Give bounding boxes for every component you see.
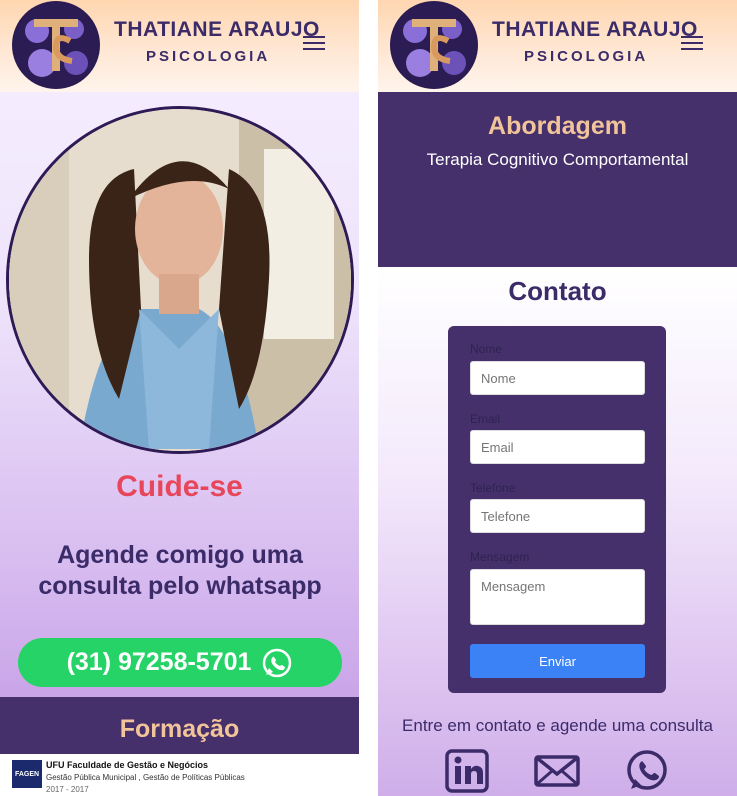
institution-logo: FAGEN bbox=[12, 760, 42, 788]
logo[interactable] bbox=[12, 1, 100, 89]
whatsapp-button[interactable]: (31) 97258-5701 bbox=[18, 638, 342, 687]
phone-label: Telefone bbox=[470, 481, 516, 495]
logo[interactable] bbox=[390, 1, 478, 89]
whatsapp-icon[interactable] bbox=[624, 748, 670, 794]
hero-title: Cuide-se bbox=[116, 470, 243, 503]
whatsapp-icon bbox=[263, 648, 292, 677]
hero-subtitle: Agende comigo uma consulta pelo whatsapp bbox=[38, 541, 322, 600]
formacao-section: Formação bbox=[0, 697, 359, 754]
email-label: Email bbox=[470, 412, 501, 426]
contato-section: Contato Nome Email Telefone Mensagem Env… bbox=[378, 267, 737, 796]
contact-cta: Entre em contato e agende uma consulta bbox=[402, 716, 713, 735]
site-header: THATIANE ARAUJO PSICOLOGIA bbox=[378, 0, 737, 92]
brand-subtitle: PSICOLOGIA bbox=[524, 48, 649, 65]
contato-title: Contato bbox=[508, 276, 607, 306]
mail-icon[interactable] bbox=[534, 748, 580, 794]
course-name: Gestão Pública Municipal , Gestão de Pol… bbox=[46, 773, 245, 782]
phone-field[interactable] bbox=[470, 499, 645, 533]
name-label: Nome bbox=[470, 342, 503, 356]
menu-icon[interactable] bbox=[681, 36, 703, 52]
menu-icon[interactable] bbox=[303, 36, 325, 52]
email-field[interactable] bbox=[470, 430, 645, 464]
contact-screen: THATIANE ARAUJO PSICOLOGIA Abordagem Ter… bbox=[378, 0, 737, 796]
send-button[interactable]: Enviar bbox=[470, 644, 645, 678]
site-header: THATIANE ARAUJO PSICOLOGIA bbox=[0, 0, 359, 92]
name-field[interactable] bbox=[470, 361, 645, 395]
education-item: FAGEN UFU Faculdade de Gestão e Negócios… bbox=[0, 754, 359, 796]
linkedin-icon[interactable] bbox=[444, 748, 490, 794]
brand-name: THATIANE ARAUJO bbox=[492, 18, 698, 41]
contact-form: Nome Email Telefone Mensagem Enviar bbox=[448, 326, 666, 693]
brand-subtitle: PSICOLOGIA bbox=[146, 48, 271, 65]
abordagem-title: Abordagem bbox=[488, 112, 627, 140]
whatsapp-phone: (31) 97258-5701 bbox=[66, 648, 252, 676]
abordagem-section: Abordagem Terapia Cognitivo Comportament… bbox=[378, 92, 737, 267]
brand-name: THATIANE ARAUJO bbox=[114, 18, 320, 41]
profile-photo bbox=[6, 106, 354, 454]
home-screen: THATIANE ARAUJO PSICOLOGIA Cuide-se Agen… bbox=[0, 0, 359, 796]
institution-name: UFU Faculdade de Gestão e Negócios bbox=[46, 760, 209, 770]
abordagem-text: Terapia Cognitivo Comportamental bbox=[426, 150, 689, 169]
course-years: 2017 - 2017 bbox=[46, 785, 89, 794]
message-label: Mensagem bbox=[470, 550, 530, 564]
formacao-title: Formação bbox=[119, 715, 240, 743]
message-field[interactable] bbox=[470, 569, 645, 625]
